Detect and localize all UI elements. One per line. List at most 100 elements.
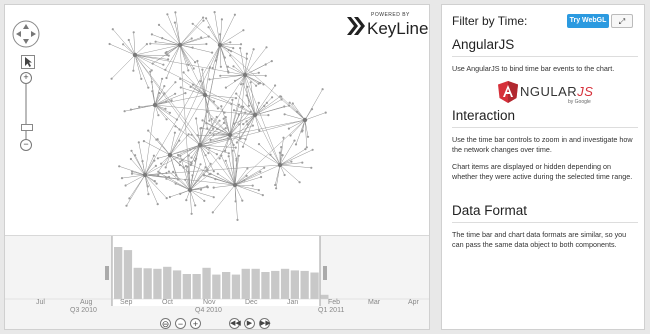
- network-node[interactable]: [235, 92, 238, 95]
- network-node[interactable]: [209, 172, 212, 175]
- network-node[interactable]: [239, 47, 242, 50]
- network-hub-node[interactable]: [167, 152, 173, 158]
- network-node[interactable]: [245, 52, 248, 55]
- network-node[interactable]: [212, 196, 215, 199]
- network-node[interactable]: [233, 13, 236, 16]
- network-node[interactable]: [161, 37, 164, 40]
- network-node[interactable]: [196, 59, 199, 63]
- network-node[interactable]: [174, 125, 177, 128]
- network-node[interactable]: [187, 171, 191, 175]
- network-hub-node[interactable]: [217, 42, 223, 48]
- network-node[interactable]: [132, 69, 135, 72]
- network-node[interactable]: [215, 115, 218, 119]
- network-node[interactable]: [242, 82, 245, 85]
- network-hub-node[interactable]: [302, 117, 308, 123]
- network-node[interactable]: [166, 53, 169, 56]
- network-node[interactable]: [190, 161, 193, 164]
- network-node[interactable]: [216, 127, 219, 130]
- network-node[interactable]: [208, 66, 211, 69]
- network-node[interactable]: [129, 157, 132, 161]
- network-node[interactable]: [304, 148, 307, 151]
- network-node[interactable]: [182, 166, 185, 169]
- network-chart[interactable]: + − POWERED BY KeyLines: [5, 5, 430, 235]
- network-node[interactable]: [158, 171, 161, 175]
- network-node[interactable]: [281, 154, 284, 157]
- network-node[interactable]: [179, 192, 182, 195]
- network-node[interactable]: [261, 194, 264, 197]
- network-node[interactable]: [154, 164, 157, 167]
- network-node[interactable]: [287, 127, 290, 130]
- network-node[interactable]: [255, 84, 258, 87]
- network-node[interactable]: [230, 50, 233, 53]
- network-node[interactable]: [245, 94, 248, 97]
- network-node[interactable]: [219, 65, 222, 68]
- network-node[interactable]: [202, 19, 205, 22]
- network-node[interactable]: [175, 174, 178, 177]
- network-node[interactable]: [205, 122, 208, 125]
- network-node[interactable]: [288, 104, 291, 107]
- network-node[interactable]: [237, 113, 240, 116]
- network-node[interactable]: [212, 100, 216, 103]
- network-node[interactable]: [184, 178, 187, 181]
- network-node[interactable]: [179, 154, 182, 157]
- network-node[interactable]: [192, 67, 195, 70]
- network-node[interactable]: [166, 13, 169, 16]
- network-node[interactable]: [274, 183, 277, 187]
- network-node[interactable]: [220, 18, 223, 21]
- network-hub-node[interactable]: [202, 92, 208, 98]
- network-node[interactable]: [150, 80, 153, 83]
- pointer-icon[interactable]: [21, 55, 35, 69]
- network-node[interactable]: [251, 184, 254, 187]
- network-node[interactable]: [153, 180, 156, 183]
- network-node[interactable]: [280, 95, 283, 98]
- network-hub-node[interactable]: [242, 72, 248, 78]
- network-node[interactable]: [239, 83, 243, 86]
- network-node[interactable]: [147, 193, 150, 196]
- network-node[interactable]: [158, 91, 161, 95]
- network-node[interactable]: [200, 36, 203, 39]
- network-node[interactable]: [231, 98, 234, 101]
- network-node[interactable]: [201, 119, 204, 122]
- network-node[interactable]: [156, 157, 159, 160]
- network-node[interactable]: [206, 168, 209, 171]
- network-node[interactable]: [306, 135, 310, 138]
- network-node[interactable]: [265, 46, 268, 49]
- network-node[interactable]: [142, 140, 145, 143]
- network-node[interactable]: [232, 65, 235, 68]
- network-node[interactable]: [263, 104, 266, 107]
- network-node[interactable]: [131, 170, 134, 173]
- network-node[interactable]: [233, 79, 237, 82]
- network-node[interactable]: [153, 159, 156, 162]
- network-node[interactable]: [165, 177, 168, 180]
- network-node[interactable]: [204, 166, 207, 169]
- network-node[interactable]: [147, 129, 150, 132]
- network-node[interactable]: [234, 97, 238, 100]
- network-node[interactable]: [226, 137, 229, 140]
- network-node[interactable]: [226, 65, 229, 68]
- network-node[interactable]: [223, 111, 226, 114]
- network-node[interactable]: [237, 103, 240, 106]
- play-icon[interactable]: ▶: [244, 318, 255, 329]
- network-node[interactable]: [223, 56, 226, 59]
- network-node[interactable]: [257, 82, 260, 85]
- network-node[interactable]: [157, 174, 160, 177]
- network-node[interactable]: [311, 148, 314, 151]
- network-node[interactable]: [206, 110, 209, 113]
- network-node[interactable]: [120, 177, 124, 180]
- network-node[interactable]: [140, 77, 143, 80]
- network-graph[interactable]: [5, 5, 430, 235]
- network-node[interactable]: [179, 86, 182, 89]
- network-node[interactable]: [204, 154, 207, 157]
- network-node[interactable]: [231, 149, 234, 152]
- network-node[interactable]: [173, 21, 176, 24]
- network-node[interactable]: [205, 17, 208, 20]
- network-node[interactable]: [174, 92, 177, 95]
- network-node[interactable]: [321, 88, 324, 91]
- network-node[interactable]: [181, 158, 184, 161]
- network-node[interactable]: [164, 107, 167, 110]
- network-hub-node[interactable]: [142, 172, 148, 178]
- network-node[interactable]: [251, 124, 254, 127]
- network-node[interactable]: [151, 90, 154, 93]
- time-bar-histogram[interactable]: [5, 236, 430, 330]
- zoom-in-button[interactable]: +: [20, 72, 32, 84]
